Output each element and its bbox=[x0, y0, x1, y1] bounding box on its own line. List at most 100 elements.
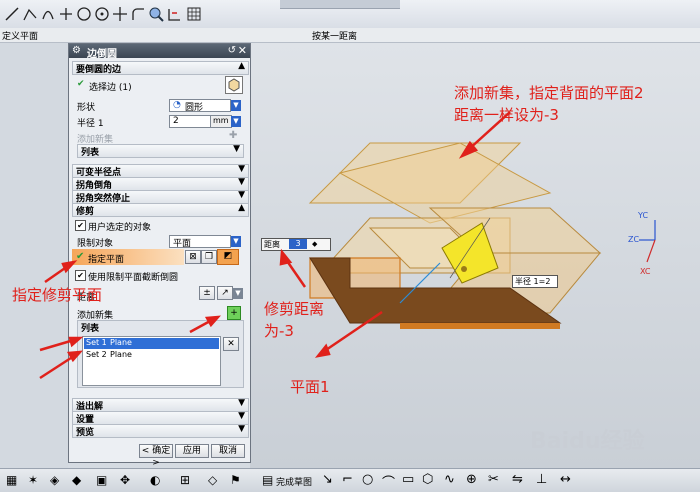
vector-icon[interactable]: ↗ bbox=[217, 286, 233, 300]
list-section-1[interactable]: 列表 ▼ bbox=[77, 144, 244, 158]
shape-select[interactable]: ◔ 圆形 bbox=[169, 99, 231, 113]
table-row[interactable]: Set 1 Plane bbox=[84, 338, 219, 349]
circle-center-tool-icon[interactable] bbox=[94, 6, 110, 22]
annotation-plane-1: 平面1 bbox=[290, 378, 330, 396]
dimension-tool-icon[interactable] bbox=[166, 6, 182, 22]
section-corner-stop[interactable]: 拐角突然停止 ▼ bbox=[72, 190, 249, 204]
section-edges[interactable]: 要倒圆的边 ▲ bbox=[72, 61, 249, 75]
radius-dropdown-icon[interactable]: ▼ bbox=[231, 116, 241, 127]
section-trim[interactable]: 修剪 ▲ bbox=[72, 203, 249, 217]
command-bar: 定义平面 按某一距离 bbox=[0, 28, 700, 43]
sketch-constraint-icon[interactable]: ⊥ bbox=[536, 472, 547, 487]
view-tool-icon[interactable]: ◈ bbox=[50, 473, 59, 487]
shape-dropdown-icon[interactable]: ▼ bbox=[231, 100, 241, 111]
section-variable-radius[interactable]: 可变半径点 ▼ bbox=[72, 164, 249, 178]
chevron-up-icon: ▲ bbox=[238, 203, 245, 213]
arc-tool-icon[interactable] bbox=[40, 6, 56, 22]
snap-tool-icon[interactable]: ✶ bbox=[28, 473, 38, 487]
user-selected-checkbox[interactable]: ✔ bbox=[75, 220, 86, 231]
annotation-specify-trim-plane: 指定修剪平面 bbox=[12, 286, 103, 304]
plane-copy-icon[interactable]: ❐ bbox=[201, 250, 217, 264]
chevron-down-icon: ▼ bbox=[238, 411, 245, 421]
axis-x-label: XC bbox=[640, 267, 651, 276]
annotation-distance-same: 距离一样设为-3 bbox=[454, 106, 559, 124]
grid-tool-icon[interactable] bbox=[186, 6, 202, 22]
section-settings[interactable]: 设置 ▼ bbox=[72, 411, 249, 425]
baidu-watermark: Baidu经验 bbox=[530, 429, 645, 454]
wcs-tool-icon[interactable]: ⊞ bbox=[180, 473, 190, 487]
render-tool-icon[interactable]: ◆ bbox=[72, 473, 81, 487]
close-icon[interactable]: ✕ bbox=[238, 44, 247, 57]
shape-value: 圆形 bbox=[185, 103, 204, 113]
fillet-tool-icon[interactable] bbox=[130, 6, 146, 22]
section-trim-label: 修剪 bbox=[76, 207, 95, 217]
cross-tool-icon[interactable] bbox=[58, 6, 74, 22]
sketch-offset-icon[interactable]: ⊕ bbox=[466, 472, 477, 487]
distance-tag[interactable]: 距离 3 ◆ bbox=[261, 238, 331, 251]
set-type: Plane bbox=[110, 338, 132, 347]
layer-tool-icon[interactable]: ▣ bbox=[96, 473, 107, 487]
chevron-down-icon: ▼ bbox=[238, 190, 245, 200]
section-corner-setback[interactable]: 拐角倒角 ▼ bbox=[72, 177, 249, 191]
radius-input[interactable]: 2 bbox=[169, 115, 211, 128]
by-distance-label: 按某一距离 bbox=[312, 32, 358, 42]
limit-object-select[interactable]: 平面 bbox=[169, 235, 231, 249]
specify-plane-row[interactable]: ✔ 指定平面 bbox=[72, 249, 184, 265]
set-name: Set 1 bbox=[86, 338, 107, 347]
bottom-toolbar: ▦ ✶ ◈ ◆ ▣ ✥ ◐ ⊞ ◇ ⚑ ▤ 完成草图 ↘ ⌐ ○ ⌒ ▭ ⬡ ∿… bbox=[0, 468, 700, 492]
add-set-disabled-icon: ✚ bbox=[229, 130, 238, 141]
sketch-mirror-icon[interactable]: ⇋ bbox=[512, 472, 523, 487]
hide-tool-icon[interactable]: ◐ bbox=[150, 473, 160, 487]
chevron-down-icon: ▼ bbox=[238, 164, 245, 174]
sketch-icon[interactable]: ▤ bbox=[262, 473, 273, 487]
check-icon: ✔ bbox=[77, 79, 85, 89]
dimension-icon[interactable]: ± bbox=[199, 286, 215, 300]
settings-gear-icon[interactable]: ⚙ bbox=[72, 45, 81, 56]
axis-z-label: ZC bbox=[628, 235, 640, 244]
chevron-up-icon: ▲ bbox=[238, 61, 245, 71]
select-edge-label[interactable]: 选择边 (1) bbox=[89, 80, 132, 93]
edge-blend-dialog: ⚙ 边倒圆 ↺ ✕ 要倒圆的边 ▲ ✔ 选择边 (1) 形状 ◔ 圆形 ▼ 半径… bbox=[68, 43, 251, 468]
apply-button[interactable]: 应用 bbox=[175, 444, 209, 458]
distance-arrow-icon[interactable]: ◆ bbox=[312, 239, 317, 250]
select-tool-icon[interactable]: ▦ bbox=[6, 473, 17, 487]
table-row[interactable]: Set 2 Plane bbox=[84, 350, 219, 361]
radius-unit[interactable]: mm bbox=[210, 115, 232, 128]
cancel-button[interactable]: 取消 bbox=[211, 444, 245, 458]
distance-dropdown-icon[interactable]: ▼ bbox=[233, 288, 243, 299]
move-tool-icon[interactable]: ✥ bbox=[120, 473, 130, 487]
measure-tool-icon[interactable]: ⚑ bbox=[230, 473, 241, 487]
limit-object-dropdown-icon[interactable]: ▼ bbox=[231, 236, 241, 247]
sketch-poly-icon[interactable]: ⬡ bbox=[422, 472, 433, 487]
sketch-profile-icon[interactable]: ⌐ bbox=[342, 472, 353, 487]
sketch-circle-icon[interactable]: ○ bbox=[362, 472, 373, 487]
add-set-button[interactable]: + bbox=[227, 306, 241, 320]
define-plane-label: 定义平面 bbox=[2, 32, 39, 42]
select-edge-cube-icon[interactable] bbox=[225, 76, 243, 94]
distance-tag-value[interactable]: 3 bbox=[289, 239, 307, 249]
sketch-trim-icon[interactable]: ✂ bbox=[488, 472, 499, 487]
circle-tool-icon[interactable] bbox=[76, 6, 92, 22]
sketch-dimension-icon[interactable]: ↔ bbox=[560, 472, 571, 487]
sketch-done-label[interactable]: 完成草图 bbox=[276, 475, 312, 488]
user-selected-label: 用户选定的对象 bbox=[88, 223, 152, 233]
point-tool-icon[interactable] bbox=[112, 6, 128, 22]
polyline-tool-icon[interactable] bbox=[22, 6, 38, 22]
remove-set-icon[interactable]: ✕ bbox=[223, 337, 239, 351]
reset-icon[interactable]: ↺ bbox=[228, 45, 236, 56]
radius-tag[interactable]: 半径 1=2 bbox=[512, 275, 558, 288]
sketch-spline-icon[interactable]: ∿ bbox=[444, 472, 455, 487]
sketch-line-icon[interactable]: ↘ bbox=[322, 472, 333, 487]
section-overflow[interactable]: 溢出解 ▼ bbox=[72, 398, 249, 412]
plane-dialog-icon[interactable]: ⊠ bbox=[185, 250, 201, 264]
section-preview[interactable]: 预览 ▼ bbox=[72, 424, 249, 438]
annotation-trim-distance: 修剪距离 bbox=[264, 300, 325, 318]
ok-button[interactable]: < 确定 > bbox=[139, 444, 173, 468]
constraint-tool-icon[interactable] bbox=[148, 6, 164, 22]
sketch-arc-icon[interactable]: ⌒ bbox=[382, 472, 395, 491]
analysis-tool-icon[interactable]: ◇ bbox=[208, 473, 217, 487]
sketch-rect-icon[interactable]: ▭ bbox=[402, 472, 414, 487]
use-limit-plane-checkbox[interactable]: ✔ bbox=[75, 270, 86, 281]
plane-type-button[interactable]: ◩ bbox=[217, 249, 239, 265]
line-tool-icon[interactable] bbox=[4, 6, 20, 22]
